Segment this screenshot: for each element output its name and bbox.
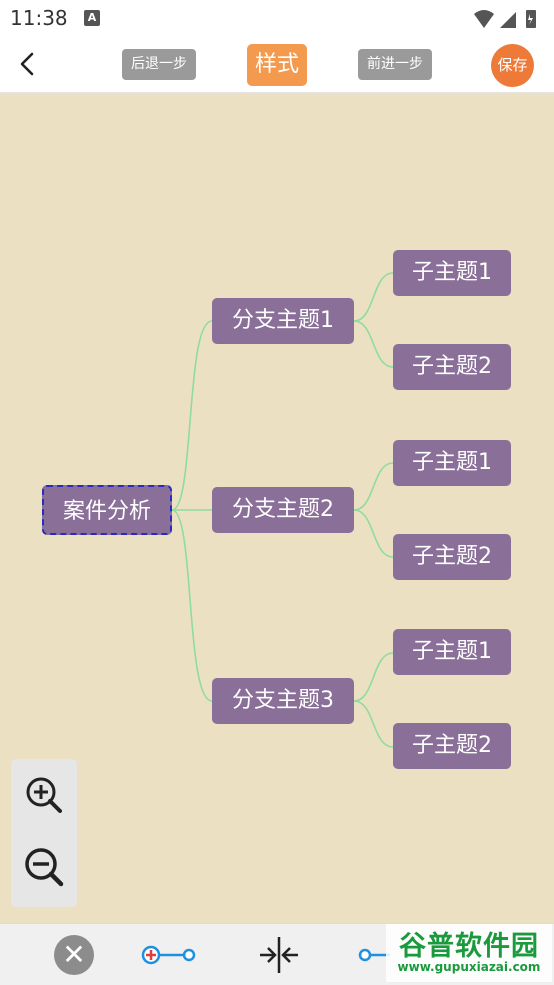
add-child-node-icon[interactable] <box>140 942 198 968</box>
branch-node-2[interactable]: 分支主题2 <box>212 487 354 533</box>
watermark-title: 谷普软件园 <box>399 931 539 962</box>
redo-button[interactable]: 前进一步 <box>358 49 432 80</box>
subtopic-node-1-1[interactable]: 子主题1 <box>393 250 511 296</box>
delete-node-icon[interactable]: ✕ <box>54 935 94 975</box>
top-toolbar: 后退一步 样式 前进一步 保存 <box>0 38 554 93</box>
zoom-out-icon[interactable] <box>22 845 66 889</box>
mindmap-canvas[interactable]: 案件分析 分支主题1 分支主题2 分支主题3 子主题1 子主题2 子主题1 子主… <box>0 93 554 923</box>
status-time: 11:38 <box>10 6 68 30</box>
subtopic-node-1-2[interactable]: 子主题2 <box>393 344 511 390</box>
notification-icon: A <box>84 10 100 26</box>
root-topic-node[interactable]: 案件分析 <box>42 485 172 535</box>
style-button[interactable]: 样式 <box>247 44 307 86</box>
zoom-in-icon[interactable] <box>22 773 66 817</box>
zoom-panel <box>11 759 77 907</box>
signal-battery-icons <box>474 10 536 28</box>
status-bar: 11:38 A <box>0 0 554 38</box>
collapse-center-icon[interactable] <box>258 934 300 976</box>
subtopic-node-3-2[interactable]: 子主题2 <box>393 723 511 769</box>
branch-node-1[interactable]: 分支主题1 <box>212 298 354 344</box>
branch-node-3[interactable]: 分支主题3 <box>212 678 354 724</box>
subtopic-node-3-1[interactable]: 子主题1 <box>393 629 511 675</box>
add-sibling-node-icon[interactable] <box>356 942 390 968</box>
watermark-url: www.gupuxiazai.com <box>397 960 541 974</box>
back-arrow-icon[interactable] <box>14 50 42 78</box>
undo-button[interactable]: 后退一步 <box>122 49 196 80</box>
watermark: 谷普软件园 www.gupuxiazai.com <box>386 924 552 982</box>
subtopic-node-2-1[interactable]: 子主题1 <box>393 440 511 486</box>
save-button[interactable]: 保存 <box>491 44 534 87</box>
subtopic-node-2-2[interactable]: 子主题2 <box>393 534 511 580</box>
